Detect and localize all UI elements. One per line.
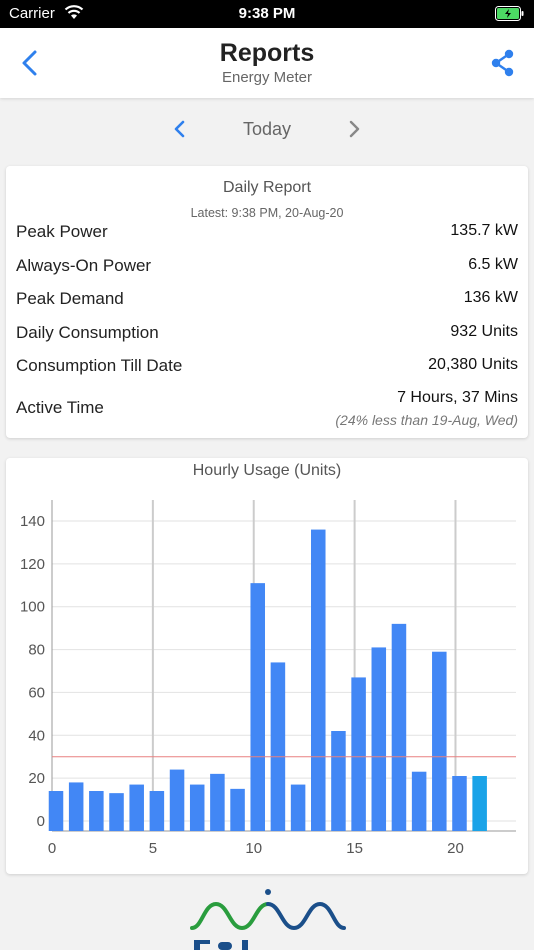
date-navigator: Today (0, 112, 534, 146)
x-tick-label: 15 (346, 840, 363, 857)
bar (210, 773, 225, 831)
hourly-usage-chart: 0 20 40 60 80 100 120 140 0 5 10 15 20 (20, 500, 516, 857)
metric-row-consumption-till-date: Consumption Till Date 20,380 Units (16, 356, 518, 380)
bar (472, 776, 487, 831)
bar (290, 784, 306, 831)
status-bar: Carrier 9:38 PM (0, 0, 534, 28)
bar (351, 677, 366, 831)
clock: 9:38 PM (238, 5, 296, 22)
y-tick-label: 40 (28, 727, 45, 744)
bar (270, 662, 286, 831)
bar (250, 583, 266, 831)
bar (411, 771, 427, 831)
navigation-bar: Reports Energy Meter (0, 28, 534, 98)
metric-label: Daily Consumption (16, 323, 159, 342)
bar (432, 651, 447, 831)
hourly-usage-card: Hourly Usage (Units) 0 20 40 60 80 100 120 140 0… (6, 458, 528, 874)
y-tick-label: 100 (20, 599, 45, 616)
y-tick-label: 60 (28, 684, 45, 701)
bar (452, 776, 467, 831)
next-day-button[interactable] (344, 117, 364, 141)
metric-row-daily-consumption: Daily Consumption 932 Units (16, 323, 518, 347)
bar (371, 647, 387, 831)
metric-value: 932 Units (450, 323, 518, 340)
bar (89, 791, 104, 831)
metric-row-always-on-power: Always-On Power 6.5 kW (16, 256, 518, 280)
metric-value: 135.7 kW (450, 222, 518, 239)
x-tick-label: 5 (149, 840, 157, 857)
latest-timestamp: Latest: 9:38 PM, 20-Aug-20 (190, 206, 344, 220)
metric-value: 20,380 Units (428, 356, 518, 373)
daily-report-card: Daily Report Latest: 9:38 PM, 20-Aug-20 … (6, 166, 528, 438)
bar (310, 529, 326, 831)
bar (189, 784, 205, 831)
metric-label: Always-On Power (16, 256, 152, 275)
metric-value: 136 kW (463, 289, 518, 306)
metric-row-active-time: Active Time 7 Hours, 37 Mins (24% less t… (16, 389, 518, 431)
daily-report-title: Daily Report (222, 179, 312, 196)
bar (48, 791, 64, 831)
y-tick-label: 140 (20, 513, 45, 530)
metric-label: Peak Demand (16, 289, 124, 308)
x-tick-label: 0 (48, 840, 56, 857)
comparison-note: (24% less than 19-Aug, Wed) (335, 412, 518, 428)
y-tick-label: 80 (28, 642, 45, 659)
page-subtitle: Energy Meter (221, 69, 313, 86)
x-tick-label: 10 (245, 840, 262, 857)
y-tick-label: 0 (37, 813, 45, 830)
bar (391, 623, 407, 831)
bar (109, 793, 124, 831)
metric-label: Peak Power (16, 222, 108, 241)
bar (149, 791, 165, 831)
brand-logo (190, 889, 346, 950)
bar (230, 788, 245, 831)
date-label: Today (242, 119, 292, 139)
bar (169, 769, 185, 831)
bar (129, 784, 144, 831)
metric-row-peak-demand: Peak Demand 136 kW (16, 289, 518, 313)
battery-icon (495, 6, 524, 21)
metric-row-peak-power: Peak Power 135.7 kW (16, 222, 518, 246)
y-tick-label: 120 (20, 556, 45, 573)
metric-value: 6.5 kW (468, 256, 518, 273)
y-tick-label: 20 (28, 770, 45, 787)
metric-label: Active Time (16, 398, 104, 417)
metric-label: Consumption Till Date (16, 356, 183, 375)
bar (68, 782, 84, 831)
metric-value: 7 Hours, 37 Mins (397, 389, 518, 406)
x-tick-label: 20 (447, 840, 464, 857)
share-button[interactable] (488, 48, 518, 78)
page-title: Reports (219, 39, 315, 67)
bar (331, 731, 346, 831)
